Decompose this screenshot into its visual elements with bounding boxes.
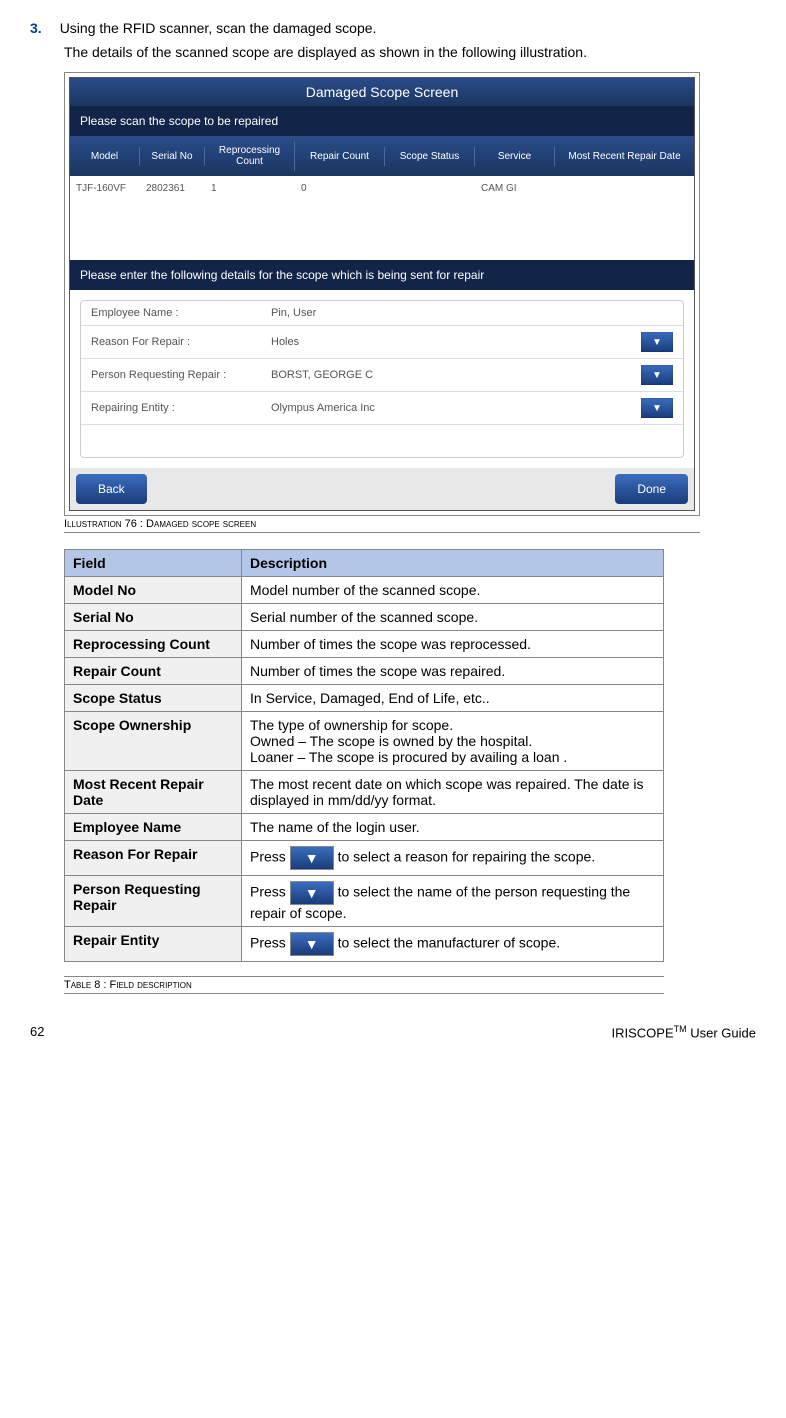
field-cell: Scope Ownership: [65, 712, 242, 771]
field-cell: Serial No: [65, 604, 242, 631]
desc-cell: The most recent date on which scope was …: [242, 771, 664, 814]
form-row-reason: Reason For Repair : Holes ▼: [81, 326, 683, 359]
reason-dropdown-icon[interactable]: ▼: [641, 332, 673, 352]
field-cell: Repair Count: [65, 658, 242, 685]
table-caption: Table 8 : Field description: [64, 976, 664, 994]
desc-cell: Number of times the scope was reprocesse…: [242, 631, 664, 658]
reason-value: Holes: [271, 336, 641, 348]
entity-value: Olympus America Inc: [271, 402, 641, 414]
th-desc: Description: [242, 550, 664, 577]
cell-recent: [555, 184, 694, 192]
person-value: BORST, GEORGE C: [271, 369, 641, 381]
step-description: The details of the scanned scope are dis…: [64, 44, 756, 60]
desc-cell: Number of times the scope was repaired.: [242, 658, 664, 685]
desc-cell: Press ▼ to select the name of the person…: [242, 876, 664, 927]
field-cell: Scope Status: [65, 685, 242, 712]
illustration-caption: Illustration 76 : Damaged scope screen: [64, 518, 700, 533]
done-button[interactable]: Done: [615, 474, 688, 504]
entity-label: Repairing Entity :: [91, 402, 271, 414]
col-repair: Repair Count: [295, 147, 385, 166]
field-cell: Repair Entity: [65, 927, 242, 962]
form-row-entity: Repairing Entity : Olympus America Inc ▼: [81, 392, 683, 425]
cell-reproc: 1: [205, 179, 295, 198]
reason-label: Reason For Repair :: [91, 336, 271, 348]
step-text: Using the RFID scanner, scan the damaged…: [60, 20, 756, 36]
cell-model: TJF-160VF: [70, 179, 140, 198]
dropdown-icon: ▼: [290, 932, 334, 956]
desc-cell: In Service, Damaged, End of Life, etc..: [242, 685, 664, 712]
desc-cell: The type of ownership for scope.Owned – …: [242, 712, 664, 771]
person-dropdown-icon[interactable]: ▼: [641, 365, 673, 385]
page-number: 62: [30, 1024, 44, 1040]
th-field: Field: [65, 550, 242, 577]
footer-brand: IRISCOPETM User Guide: [612, 1024, 757, 1040]
field-cell: Employee Name: [65, 814, 242, 841]
col-service: Service: [475, 147, 555, 166]
app-title-bar: Damaged Scope Screen: [70, 78, 694, 106]
desc-cell: Press ▼ to select the manufacturer of sc…: [242, 927, 664, 962]
back-button[interactable]: Back: [76, 474, 147, 504]
form-row-employee: Employee Name : Pin, User: [81, 301, 683, 326]
field-cell: Model No: [65, 577, 242, 604]
scan-prompt: Please scan the scope to be repaired: [70, 106, 694, 136]
scope-data-row: TJF-160VF 2802361 1 0 CAM GI: [70, 176, 694, 200]
field-cell: Reprocessing Count: [65, 631, 242, 658]
step-number: 3.: [30, 20, 42, 36]
field-cell: Reason For Repair: [65, 841, 242, 876]
field-cell: Person Requesting Repair: [65, 876, 242, 927]
dropdown-icon: ▼: [290, 846, 334, 870]
field-cell: Most Recent Repair Date: [65, 771, 242, 814]
cell-status: [385, 184, 475, 192]
form-row-person: Person Requesting Repair : BORST, GEORGE…: [81, 359, 683, 392]
desc-cell: Model number of the scanned scope.: [242, 577, 664, 604]
col-recent: Most Recent Repair Date: [555, 147, 694, 166]
person-label: Person Requesting Repair :: [91, 369, 271, 381]
col-status: Scope Status: [385, 147, 475, 166]
field-description-table: Field Description Model NoModel number o…: [64, 549, 664, 962]
cell-serial: 2802361: [140, 179, 205, 198]
form-prompt: Please enter the following details for t…: [70, 260, 694, 290]
dropdown-icon: ▼: [290, 881, 334, 905]
col-model: Model: [70, 147, 140, 166]
cell-service: CAM GI: [475, 179, 555, 198]
employee-value: Pin, User: [271, 307, 673, 319]
col-serial: Serial No: [140, 147, 205, 166]
desc-cell: Serial number of the scanned scope.: [242, 604, 664, 631]
entity-dropdown-icon[interactable]: ▼: [641, 398, 673, 418]
scope-table-header: Model Serial No Reprocessing Count Repai…: [70, 136, 694, 176]
col-reproc: Reprocessing Count: [205, 141, 295, 171]
desc-cell: The name of the login user.: [242, 814, 664, 841]
cell-repair: 0: [295, 179, 385, 198]
employee-label: Employee Name :: [91, 307, 271, 319]
desc-cell: Press ▼ to select a reason for repairing…: [242, 841, 664, 876]
screenshot-illustration: Damaged Scope Screen Please scan the sco…: [64, 72, 700, 516]
